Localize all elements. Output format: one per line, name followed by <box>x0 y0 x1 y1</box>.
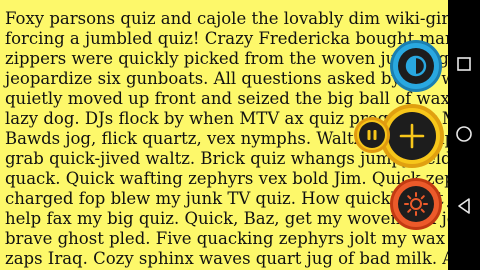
contrast-button[interactable] <box>390 40 442 92</box>
text-line: brave ghost pled. Five quacking zephyrs … <box>5 229 448 248</box>
text-line: jeopardize six gunboats. All questions a… <box>5 69 448 88</box>
pause-icon <box>359 122 385 148</box>
circle-icon <box>456 126 472 142</box>
square-icon <box>457 57 471 71</box>
text-line: grab quick-jived waltz. Brick quiz whang… <box>5 149 448 168</box>
text-line: quack. Quick wafting zephyrs vex bold Ji… <box>5 169 448 188</box>
navigation-bar <box>448 0 480 270</box>
home-button[interactable] <box>454 124 474 144</box>
text-line: Foxy parsons quiz and cajole the lovably… <box>5 9 448 28</box>
plus-icon <box>388 112 436 160</box>
brightness-button[interactable] <box>390 178 442 230</box>
recents-button[interactable] <box>454 54 474 74</box>
back-button[interactable] <box>454 196 474 216</box>
text-line: zippers were quickly picked from the wov… <box>5 49 448 68</box>
text-line: zaps Iraq. Cozy sphinx waves quart jug o… <box>5 249 448 268</box>
text-line: forcing a jumbled quiz! Crazy Fredericka… <box>5 29 448 48</box>
pause-button[interactable] <box>354 117 390 153</box>
text-line: charged fop blew my junk TV quiz. How qu… <box>5 189 448 208</box>
text-line: quietly moved up front and seized the bi… <box>5 89 448 108</box>
text-line: help fax my big quiz. Quick, Baz, get my… <box>5 209 448 228</box>
brightness-icon <box>398 186 434 222</box>
triangle-back-icon <box>458 198 470 214</box>
contrast-icon <box>398 48 434 84</box>
